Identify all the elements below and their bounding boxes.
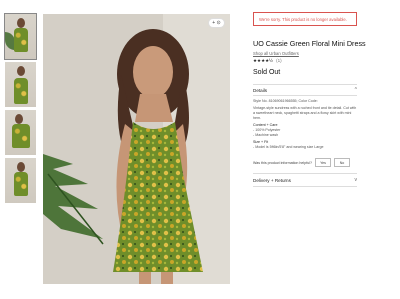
chevron-down-icon: v bbox=[354, 177, 358, 183]
content-line: - Machine wash bbox=[253, 133, 279, 137]
product-info-panel: We're sorry. This product is no longer a… bbox=[253, 12, 366, 187]
helpful-question: Was this product information helpful? bbox=[253, 160, 312, 165]
dress-shape bbox=[14, 172, 28, 196]
model-head-shape bbox=[15, 114, 23, 124]
model-head-shape bbox=[17, 18, 25, 28]
chevron-up-icon: ^ bbox=[354, 87, 357, 93]
main-product-image[interactable]: + ⊙ bbox=[43, 14, 230, 284]
thumbnail-3[interactable] bbox=[5, 110, 36, 155]
model-head-shape bbox=[17, 66, 25, 76]
thumbnail-gallery bbox=[4, 13, 37, 206]
product-title: UO Cassie Green Floral Mini Dress bbox=[253, 39, 366, 48]
delivery-heading: Delivery + Returns bbox=[253, 177, 291, 183]
zoom-button[interactable]: + ⊙ bbox=[208, 18, 225, 28]
thumbnail-4[interactable] bbox=[5, 158, 36, 203]
stock-status: Sold Out bbox=[253, 69, 281, 76]
rating-stars: ★★★★½ bbox=[253, 58, 273, 63]
details-heading: Details bbox=[253, 87, 268, 93]
details-toggle[interactable]: Details ^ bbox=[253, 85, 357, 95]
divider bbox=[253, 186, 357, 187]
product-rating[interactable]: ★★★★½ (1) bbox=[253, 58, 357, 64]
dress-shape bbox=[14, 78, 28, 104]
dress-shape bbox=[14, 28, 28, 52]
helpful-yes-button[interactable]: Yes bbox=[315, 158, 331, 167]
description: Vintage-style sundress with a ruched fro… bbox=[253, 106, 357, 120]
style-line: Style No. 81069061966555; Color Code: bbox=[253, 99, 318, 103]
unavailable-alert: We're sorry. This product is no longer a… bbox=[253, 12, 357, 26]
thumbnail-1[interactable] bbox=[4, 13, 37, 60]
rating-count: (1) bbox=[276, 58, 282, 63]
model-head-shape bbox=[17, 162, 25, 172]
shop-all-link[interactable]: Shop all Urban Outfitters bbox=[253, 51, 357, 56]
helpful-prompt: Was this product information helpful? Ye… bbox=[253, 158, 357, 167]
details-section: Details ^ Style No. 81069061966555; Colo… bbox=[253, 84, 357, 167]
helpful-no-button[interactable]: No bbox=[334, 158, 350, 167]
model-photo-illustration bbox=[43, 14, 230, 284]
details-body: Style No. 81069061966555; Color Code: Vi… bbox=[253, 99, 357, 150]
thumbnail-2[interactable] bbox=[5, 62, 36, 107]
delivery-toggle[interactable]: Delivery + Returns v bbox=[253, 174, 357, 186]
dress-shape bbox=[12, 124, 30, 148]
divider bbox=[253, 95, 357, 96]
fit-line: - Model is 5ft6in/5'8" and wearing size … bbox=[253, 145, 324, 149]
